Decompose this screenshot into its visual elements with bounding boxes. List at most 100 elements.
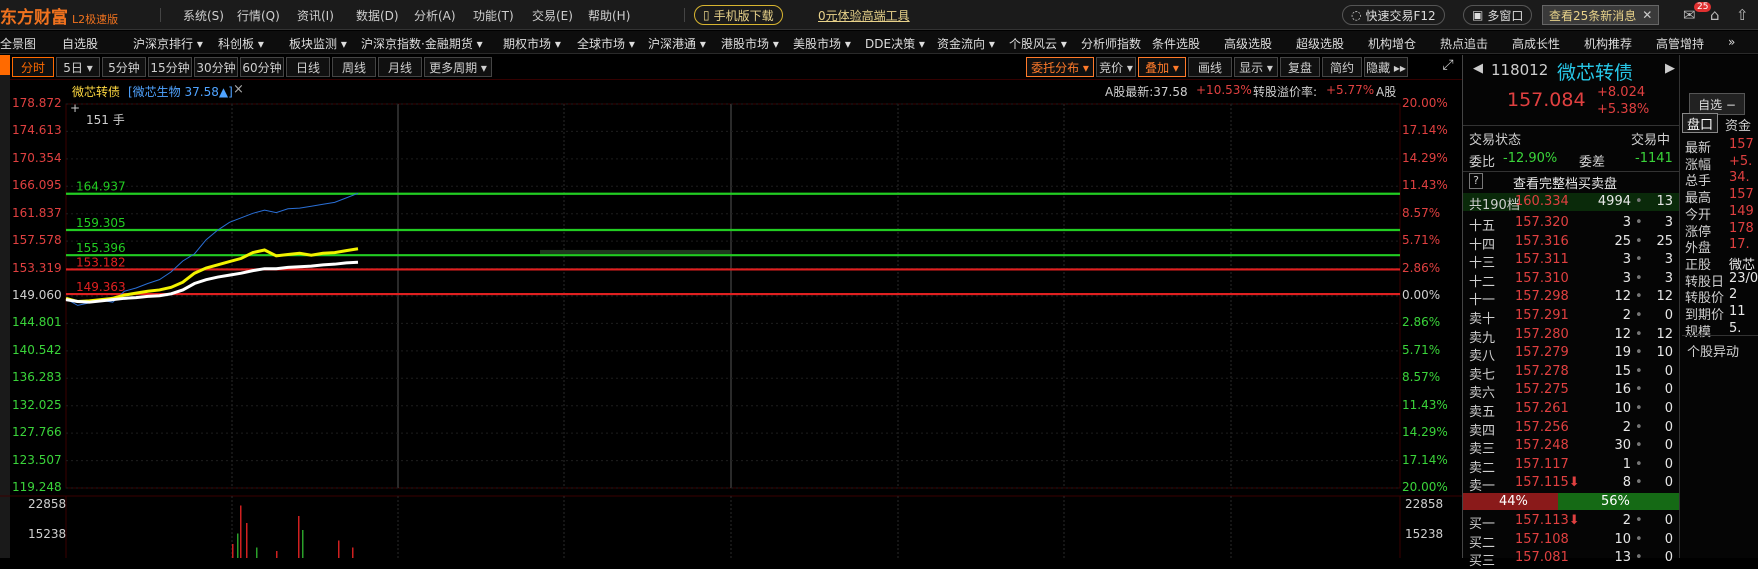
chart-tool-button[interactable]: 竞价 ▾ xyxy=(1096,57,1136,77)
mobile-download-button[interactable]: ▯ 手机版下载 xyxy=(694,5,783,25)
order-price: 157.310 xyxy=(1515,270,1569,286)
ask-row[interactable]: 卖九 157.280 12 • 12 xyxy=(1463,326,1679,346)
next-stock-icon[interactable]: ▶ xyxy=(1665,61,1675,76)
period-button[interactable]: 15分钟 xyxy=(148,57,192,77)
order-count: 3 xyxy=(1664,270,1673,286)
menu-item[interactable]: 功能(T) xyxy=(473,7,514,24)
chart-tool-button[interactable]: 叠加 ▾ xyxy=(1138,57,1186,77)
chart-tool-button[interactable]: 显示 ▾ xyxy=(1234,57,1278,77)
tab-pankou[interactable]: 盘口 xyxy=(1682,113,1718,133)
bid-row[interactable]: 买一 157.113⬇ 2 • 0 xyxy=(1463,512,1679,532)
ask-row[interactable]: 卖一 157.115⬇ 8 • 0 xyxy=(1463,474,1679,494)
period-button[interactable]: 60分钟 xyxy=(240,57,284,77)
watchlist-button[interactable]: 自选 − xyxy=(1689,93,1745,115)
close-icon[interactable]: ✕ xyxy=(1642,8,1652,22)
nav-item[interactable]: 机构推荐 xyxy=(1584,35,1632,52)
quick-trade-button[interactable]: ◌ 快速交易F12 xyxy=(1342,5,1445,25)
chart-tool-button[interactable]: 简约 xyxy=(1322,57,1362,77)
period-button[interactable]: 月线 xyxy=(378,57,422,77)
chart-tool-button[interactable]: 委托分布 ▾ xyxy=(1026,57,1094,77)
bid-row[interactable]: 买三 157.081 13 • 0 xyxy=(1463,549,1679,569)
nav-item[interactable]: 个股风云 ▾ xyxy=(1009,35,1067,52)
nav-item[interactable]: 高管增持 xyxy=(1656,35,1704,52)
menu-item[interactable]: 资讯(I) xyxy=(297,7,334,24)
nav-item[interactable]: 沪深京排行 ▾ xyxy=(133,35,203,52)
ask-row[interactable]: 卖六 157.275 16 • 0 xyxy=(1463,381,1679,401)
period-button[interactable]: 日线 xyxy=(286,57,330,77)
ask-row[interactable]: 十一 157.298 12 • 12 xyxy=(1463,288,1679,308)
order-price: 157.117 xyxy=(1515,456,1569,472)
chart-tool-button[interactable]: 复盘 xyxy=(1280,57,1320,77)
volume-bar xyxy=(298,516,300,558)
nav-item[interactable]: 机构增仓 xyxy=(1368,35,1416,52)
maximize-icon[interactable]: ⇧ xyxy=(1736,6,1749,24)
period-button[interactable]: 周线 xyxy=(332,57,376,77)
nav-item[interactable]: 港股市场 ▾ xyxy=(721,35,779,52)
nav-item[interactable]: DDE决策 ▾ xyxy=(865,35,925,52)
menu-item[interactable]: 帮助(H) xyxy=(588,7,630,24)
tab-funds[interactable]: 资金 xyxy=(1725,115,1751,134)
home-icon[interactable]: ⌂ xyxy=(1710,6,1720,24)
ask-row[interactable]: 十四 157.316 25 • 25 xyxy=(1463,233,1679,253)
nav-item[interactable]: 分析师指数 xyxy=(1081,35,1141,52)
menu-item[interactable]: 交易(E) xyxy=(532,7,573,24)
nav-item[interactable]: 高成长性 xyxy=(1512,35,1560,52)
nav-item[interactable]: 全景图 xyxy=(0,35,36,52)
ask-row[interactable]: 卖二 157.117 1 • 0 xyxy=(1463,456,1679,476)
ask-row[interactable]: 卖十 157.291 2 • 0 xyxy=(1463,307,1679,327)
stock-abnormal-tab[interactable]: 个股异动 xyxy=(1687,341,1739,360)
menu-item[interactable]: 系统(S) xyxy=(183,7,224,24)
ask-row[interactable]: 十三 157.311 3 • 3 xyxy=(1463,251,1679,271)
menu-item[interactable]: 行情(Q) xyxy=(237,7,280,24)
order-volume: 3 xyxy=(1622,252,1631,268)
ask-row[interactable]: 十二 157.310 3 • 3 xyxy=(1463,270,1679,290)
volume-bar xyxy=(237,533,239,558)
market-nav: 全景图 自选股 沪深京排行 ▾ 科创板 ▾ 板块监测 ▾ 沪深京指数·金融期货 ▾ 期权市场… xyxy=(0,31,1758,54)
order-count: 12 xyxy=(1656,326,1673,342)
nav-item[interactable]: 超级选股 xyxy=(1296,35,1344,52)
nav-item[interactable]: 期权市场 ▾ xyxy=(503,35,561,52)
prev-stock-icon[interactable]: ◀ xyxy=(1473,61,1483,76)
ask-row[interactable]: 卖八 157.279 19 • 10 xyxy=(1463,344,1679,364)
chart-tool-button[interactable]: 画线 xyxy=(1188,57,1232,77)
app-edition: L2极速版 xyxy=(72,13,119,26)
full-book-link[interactable]: 查看完整档买卖盘 xyxy=(1513,173,1617,192)
nav-item[interactable]: 科创板 ▾ xyxy=(218,35,264,52)
chart-tool-button[interactable]: 隐藏 ▸▸ xyxy=(1364,57,1408,77)
bid-row[interactable]: 买二 157.108 10 • 0 xyxy=(1463,531,1679,551)
menu-item[interactable]: 分析(A) xyxy=(414,7,456,24)
ask-row[interactable]: 卖三 157.248 30 • 0 xyxy=(1463,437,1679,457)
period-button[interactable]: 5分钟 xyxy=(102,57,146,77)
news-button[interactable]: 查看25条新消息 ✕ xyxy=(1542,5,1660,25)
help-icon[interactable]: ? xyxy=(1469,173,1483,189)
nav-item[interactable]: 资金流向 ▾ xyxy=(937,35,995,52)
multi-window-button[interactable]: ▣ 多窗口 xyxy=(1463,5,1533,25)
side-tab-active[interactable] xyxy=(0,55,10,75)
period-button[interactable]: 30分钟 xyxy=(194,57,238,77)
nav-item[interactable]: 美股市场 ▾ xyxy=(793,35,851,52)
promo-link[interactable]: 0元体验高端工具 xyxy=(818,7,910,24)
nav-item[interactable]: 高级选股 xyxy=(1224,35,1272,52)
period-button[interactable]: 分时 xyxy=(12,57,54,77)
nav-item[interactable]: » xyxy=(1728,35,1735,49)
intraday-chart[interactable]: 164.937 159.305 155.396153.182 149.363 22858… xyxy=(0,92,1462,558)
fullscreen-icon[interactable]: ⤢ xyxy=(1438,57,1458,77)
ask-row[interactable]: 十五 157.320 3 • 3 xyxy=(1463,214,1679,234)
order-level-label: 卖四 xyxy=(1469,423,1496,439)
menu-item[interactable]: 数据(D) xyxy=(356,7,399,24)
nav-item[interactable]: 沪深京指数·金融期货 ▾ xyxy=(361,35,483,52)
ask-row[interactable]: 卖四 157.256 2 • 0 xyxy=(1463,419,1679,439)
nav-item[interactable]: 自选股 xyxy=(62,35,98,52)
nav-item[interactable]: 板块监测 ▾ xyxy=(289,35,347,52)
nav-item[interactable]: 条件选股 xyxy=(1152,35,1200,52)
pct-axis-label: 5.71% xyxy=(1402,342,1441,357)
ask-row[interactable]: 卖七 157.278 15 • 0 xyxy=(1463,363,1679,383)
period-button[interactable]: 更多周期 ▾ xyxy=(424,57,492,77)
nav-item[interactable]: 全球市场 ▾ xyxy=(577,35,635,52)
order-total-row[interactable]: 共190档 160.334 4994 • 13 xyxy=(1463,193,1679,213)
order-price: 157.279 xyxy=(1515,345,1569,361)
nav-item[interactable]: 热点追击 xyxy=(1440,35,1488,52)
nav-item[interactable]: 沪深港通 ▾ xyxy=(648,35,706,52)
ask-row[interactable]: 卖五 157.261 10 • 0 xyxy=(1463,400,1679,420)
period-button[interactable]: 5日 ▾ xyxy=(56,57,100,77)
